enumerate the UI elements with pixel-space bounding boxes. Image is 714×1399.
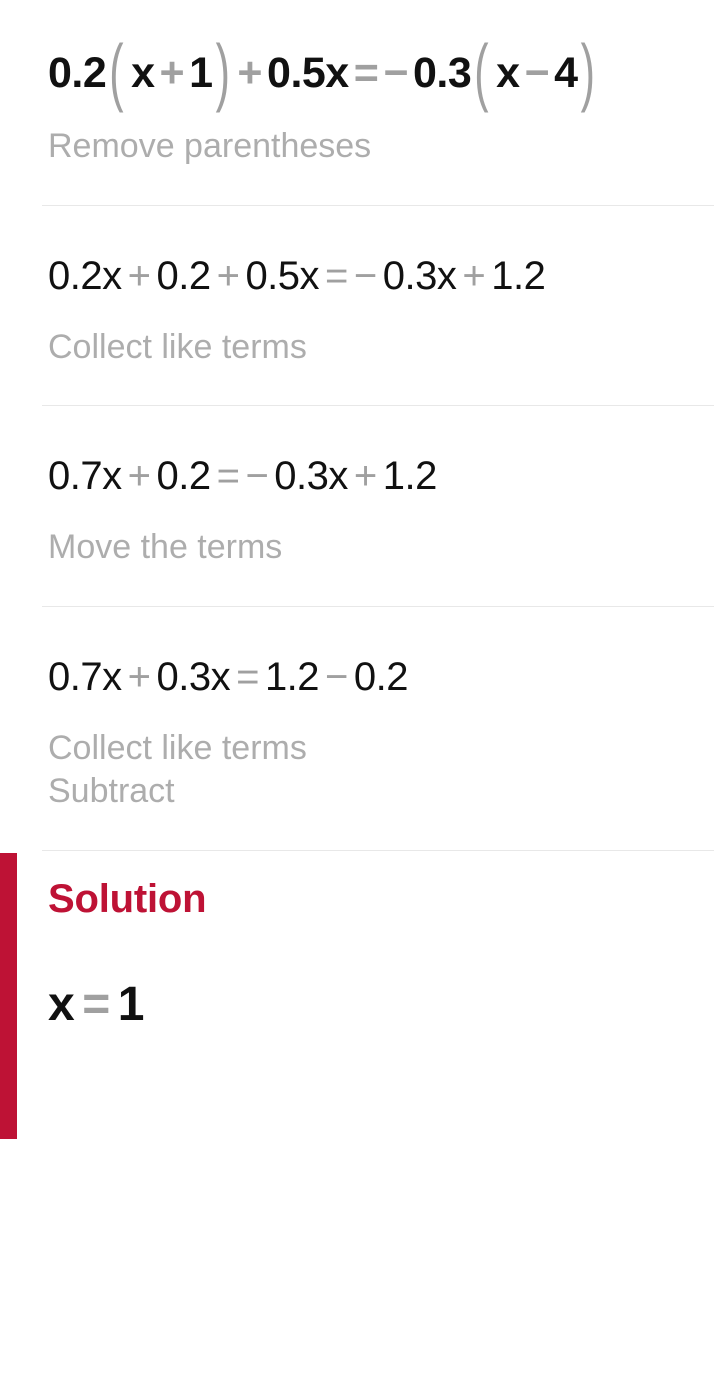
term-b: 0.2 — [156, 253, 211, 298]
step-hint-remove-parentheses: Remove parentheses — [48, 127, 372, 165]
solution-equals-sign: = — [82, 977, 110, 1031]
plus-operator-1: + — [159, 49, 185, 97]
solution-variable: x — [48, 977, 75, 1031]
equals-sign: = — [353, 49, 379, 97]
term-c: 0.3x — [274, 454, 348, 499]
term-d: 0.3x — [382, 253, 457, 298]
problem-equation: 0.2(x +1) +0.5x = −0.3(x −4) — [48, 0, 700, 110]
paren-open-icon-2: ( — [474, 30, 489, 115]
minus-operator: − — [325, 654, 348, 699]
solution-value: 1 — [117, 977, 145, 1031]
plus-operator: + — [127, 454, 151, 499]
term-x-1: x — [131, 49, 155, 97]
term-coefficient-2: 0.3 — [412, 49, 472, 97]
term-coefficient-1: 0.2 — [48, 49, 107, 97]
plus-operator: + — [127, 654, 151, 699]
step-2-equation: 0.7x +0.2 = −0.3x +1.2 — [48, 456, 700, 496]
minus-sign: − — [353, 253, 377, 298]
step-hint-subtract: Subtract — [48, 772, 175, 811]
paren-open-icon-1: ( — [109, 30, 124, 115]
term-half-x: 0.5x — [267, 49, 349, 97]
step-hint-collect-like-terms-1: Collect like terms — [48, 327, 307, 366]
term-a: 0.7x — [48, 654, 122, 699]
minus-sign: − — [245, 454, 269, 499]
equals-sign: = — [216, 454, 240, 499]
solution-answer: x = 1 — [48, 977, 714, 1032]
equals-sign: = — [325, 253, 348, 298]
plus-operator-3: + — [462, 253, 486, 298]
step-1-equation: 0.2x +0.2 +0.5x = −0.3x +1.2 — [48, 256, 700, 296]
step-2: 0.7x +0.2 = −0.3x +1.2 Move the terms — [0, 456, 714, 570]
paren-close-icon-1: ) — [215, 30, 230, 115]
plus-operator: + — [127, 253, 151, 298]
plus-operator-2: + — [353, 454, 377, 499]
solution-section: Solution x = 1 — [0, 851, 714, 1139]
step-1: 0.2x +0.2 +0.5x = −0.3x +1.2 Collect like ter… — [0, 256, 714, 370]
step-hint-collect-like-terms-2: Collect like terms — [48, 728, 307, 767]
minus-sign: − — [383, 49, 408, 97]
term-one: 1 — [189, 49, 213, 97]
step-3-equation: 0.7x +0.3x = 1.2−0.2 — [48, 657, 700, 697]
term-d: 1.2 — [382, 454, 438, 499]
paren-close-icon-2: ) — [580, 30, 595, 115]
term-b: 0.2 — [156, 454, 211, 499]
term-four: 4 — [554, 49, 578, 97]
term-a: 0.2x — [48, 253, 122, 298]
step-hint-move-the-terms: Move the terms — [48, 528, 283, 567]
solution-accent-bar — [0, 852, 17, 1139]
plus-operator-2: + — [237, 49, 263, 97]
solution-title: Solution — [48, 876, 207, 921]
minus-operator-1: − — [524, 49, 550, 97]
term-d: 0.2 — [353, 654, 409, 699]
term-c: 1.2 — [264, 654, 320, 699]
step-3: 0.7x +0.3x = 1.2−0.2 Collect like terms Sub… — [0, 657, 714, 814]
problem-step: 0.2(x +1) +0.5x = −0.3(x −4) Remove parenthes… — [0, 0, 714, 169]
plus-operator-2: + — [216, 253, 240, 298]
term-x-2: x — [496, 49, 520, 97]
term-b: 0.3x — [156, 654, 231, 699]
term-a: 0.7x — [48, 454, 122, 499]
term-c: 0.5x — [245, 253, 320, 298]
equals-sign: = — [236, 654, 259, 699]
solution-sheet: 0.2(x +1) +0.5x = −0.3(x −4) Remove parenthes… — [0, 0, 714, 1399]
term-e: 1.2 — [491, 253, 546, 298]
